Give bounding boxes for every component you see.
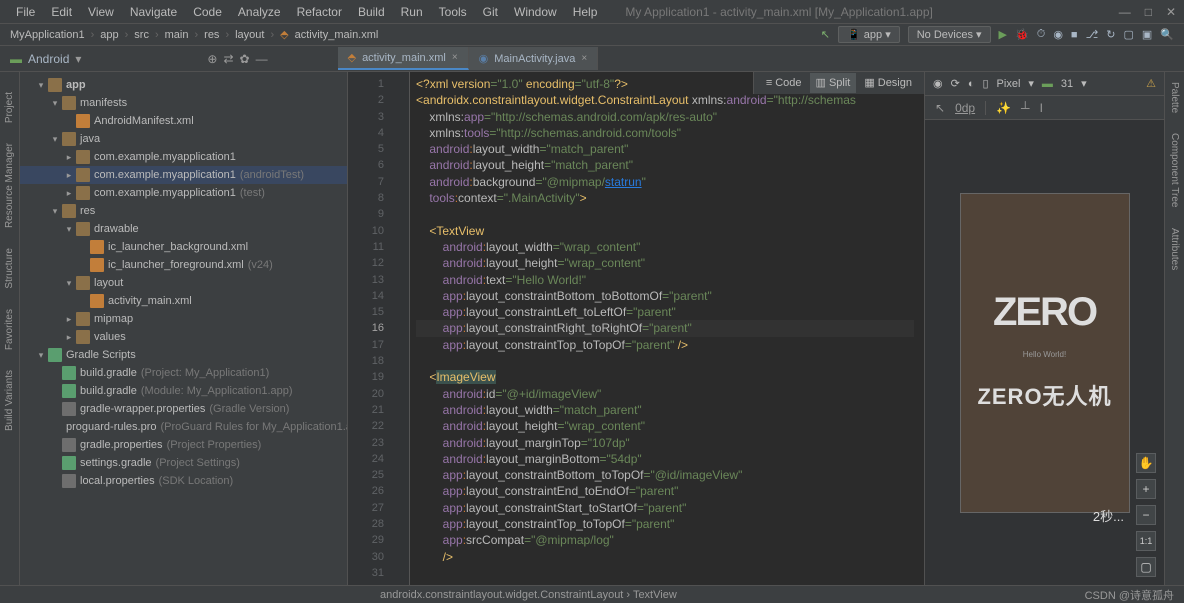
align-icon[interactable]: ┴ [1021, 101, 1030, 115]
git-icon[interactable]: ⎇ [1086, 28, 1099, 41]
profile-icon[interactable]: ⏱ [1037, 28, 1046, 41]
preview-timer: 2秒... [1093, 506, 1124, 525]
menu-window[interactable]: Window [506, 5, 565, 19]
project-tree[interactable]: ▾app ▾manifests AndroidManifest.xml ▾jav… [20, 72, 348, 585]
tool-build-variants[interactable]: Build Variants [4, 370, 15, 431]
design-canvas[interactable]: ZERO Hello World! ZERO无人机 2秒... ✋ + − 1:… [925, 120, 1164, 585]
menu-file[interactable]: File [8, 5, 43, 19]
night-icon[interactable]: ◐ [968, 78, 975, 90]
design-panel: ◉ ⟳ ◐ ▯ Pixel▾ ▬31▾ ⚠ ↖ 0dp ✨ ┴ I ZERO H… [924, 72, 1164, 585]
menu-run[interactable]: Run [393, 5, 431, 19]
menu-git[interactable]: Git [475, 5, 506, 19]
tool-favorites[interactable]: Favorites [4, 309, 15, 350]
orientation-icon[interactable]: ⟳ [951, 77, 960, 90]
wand-icon[interactable]: ✨ [996, 101, 1011, 115]
menu-bar: File Edit View Navigate Code Analyze Ref… [0, 0, 1184, 24]
cursor-icon[interactable]: ↖ [935, 101, 945, 115]
eye-icon[interactable]: ◉ [933, 77, 943, 90]
close-tab-icon[interactable]: × [452, 52, 458, 63]
line-gutter: 1234567891011121314151617181920212223242… [348, 72, 390, 585]
maximize-icon[interactable]: □ [1145, 5, 1152, 19]
menu-help[interactable]: Help [565, 5, 606, 19]
menu-build[interactable]: Build [350, 5, 393, 19]
window-title: My Application1 - activity_main.xml [My_… [625, 5, 932, 19]
mode-split[interactable]: ▥ Split [810, 73, 857, 93]
left-tool-strip: Project Resource Manager Structure Favor… [0, 72, 20, 585]
zoom-11[interactable]: 1:1 [1136, 531, 1156, 551]
run-config-dropdown[interactable]: 📱 app ▾ [838, 26, 900, 43]
close-tab-icon[interactable]: × [581, 53, 587, 64]
tool-palette[interactable]: Palette [1169, 82, 1180, 113]
tool-tab-bar: ▬ Android ▾ ⊕ ⇄ ✿ — ⬘activity_main.xml× … [0, 46, 1184, 72]
right-tool-strip: Palette Component Tree Attributes [1164, 72, 1184, 585]
avd-icon[interactable]: ▢ [1123, 28, 1133, 41]
device-select[interactable]: Pixel [997, 78, 1021, 90]
sync-icon[interactable]: ↻ [1106, 28, 1115, 41]
preview-logo2: ZERO无人机 [977, 379, 1111, 411]
mode-code[interactable]: ≡ Code [760, 73, 808, 93]
text-icon[interactable]: I [1040, 101, 1043, 115]
crumb[interactable]: src [134, 29, 149, 41]
zoom-fit[interactable]: ▢ [1136, 557, 1156, 577]
crumb[interactable]: res [204, 29, 219, 41]
breadcrumb-bar: MyApplication1› app› src› main› res› lay… [0, 24, 1184, 46]
search-icon[interactable]: 🔍 [1160, 28, 1174, 41]
stop-icon[interactable]: ■ [1071, 29, 1078, 41]
menu-refactor[interactable]: Refactor [289, 5, 350, 19]
design-toolbar2: ↖ 0dp ✨ ┴ I [925, 96, 1164, 120]
minimize-icon[interactable]: — [1119, 5, 1131, 19]
view-mode-switcher: ≡ Code ▥ Split ▦ Design [753, 72, 924, 94]
device-preview[interactable]: ZERO Hello World! ZERO无人机 [960, 193, 1130, 513]
preview-logo: ZERO [993, 294, 1096, 330]
debug-icon[interactable]: 🐞 [1015, 28, 1029, 41]
crumb[interactable]: app [100, 29, 118, 41]
api-select[interactable]: 31 [1061, 78, 1073, 90]
menu-analyze[interactable]: Analyze [230, 5, 289, 19]
menu-view[interactable]: View [80, 5, 122, 19]
menu-tools[interactable]: Tools [431, 5, 475, 19]
run-icon[interactable]: ▶ [999, 28, 1007, 41]
mode-design[interactable]: ▦ Design [858, 73, 918, 93]
collapse-icon[interactable]: ⊕ [207, 52, 217, 66]
design-toolbar: ◉ ⟳ ◐ ▯ Pixel▾ ▬31▾ ⚠ [925, 72, 1164, 96]
crumb[interactable]: activity_main.xml [295, 29, 379, 41]
gutter-icons [390, 72, 410, 585]
project-view-dropdown[interactable]: Android [28, 52, 69, 66]
editor-tab-mainactivity[interactable]: ◉MainActivity.java× [469, 47, 599, 70]
tool-project[interactable]: Project [4, 92, 15, 123]
coverage-icon[interactable]: ◉ [1053, 28, 1063, 41]
zoom-out[interactable]: − [1136, 505, 1156, 525]
menu-code[interactable]: Code [185, 5, 230, 19]
close-icon[interactable]: ✕ [1166, 5, 1176, 19]
android-icon: ▬ [10, 52, 22, 66]
expand-icon[interactable]: ⇄ [223, 52, 233, 66]
menu-navigate[interactable]: Navigate [122, 5, 185, 19]
status-bar: androidx.constraintlayout.widget.Constra… [0, 585, 1184, 603]
tool-attributes[interactable]: Attributes [1169, 228, 1180, 270]
crumb[interactable]: layout [235, 29, 264, 41]
device-dropdown[interactable]: No Devices ▾ [908, 26, 991, 43]
tool-structure[interactable]: Structure [4, 248, 15, 289]
hide-icon[interactable]: — [256, 52, 268, 66]
zoom-controls: ✋ + − 1:1 ▢ [1136, 453, 1156, 577]
tool-component-tree[interactable]: Component Tree [1169, 133, 1180, 208]
tool-resource-manager[interactable]: Resource Manager [4, 143, 15, 228]
warning-icon[interactable]: ⚠ [1146, 77, 1156, 90]
device-icon[interactable]: ▯ [982, 77, 988, 90]
sdk-icon[interactable]: ▣ [1142, 28, 1152, 41]
code-editor[interactable]: ≡ Code ▥ Split ▦ Design ⚠ 3 ✓ 1 ^ ∨ <?xm… [410, 72, 924, 585]
zoom-in[interactable]: + [1136, 479, 1156, 499]
dp-val[interactable]: 0dp [955, 101, 975, 115]
editor-tab-activity-main[interactable]: ⬘activity_main.xml× [338, 47, 469, 70]
breadcrumb-path[interactable]: androidx.constraintlayout.widget.Constra… [380, 589, 677, 601]
hammer-icon[interactable]: ↖ [821, 28, 830, 41]
crumb[interactable]: main [165, 29, 189, 41]
settings-icon[interactable]: ✿ [240, 52, 250, 66]
watermark: CSDN @诗意孤舟 [1085, 587, 1174, 603]
pan-icon[interactable]: ✋ [1136, 453, 1156, 473]
crumb[interactable]: MyApplication1 [10, 29, 85, 41]
menu-edit[interactable]: Edit [43, 5, 80, 19]
preview-hello: Hello World! [1023, 350, 1066, 359]
